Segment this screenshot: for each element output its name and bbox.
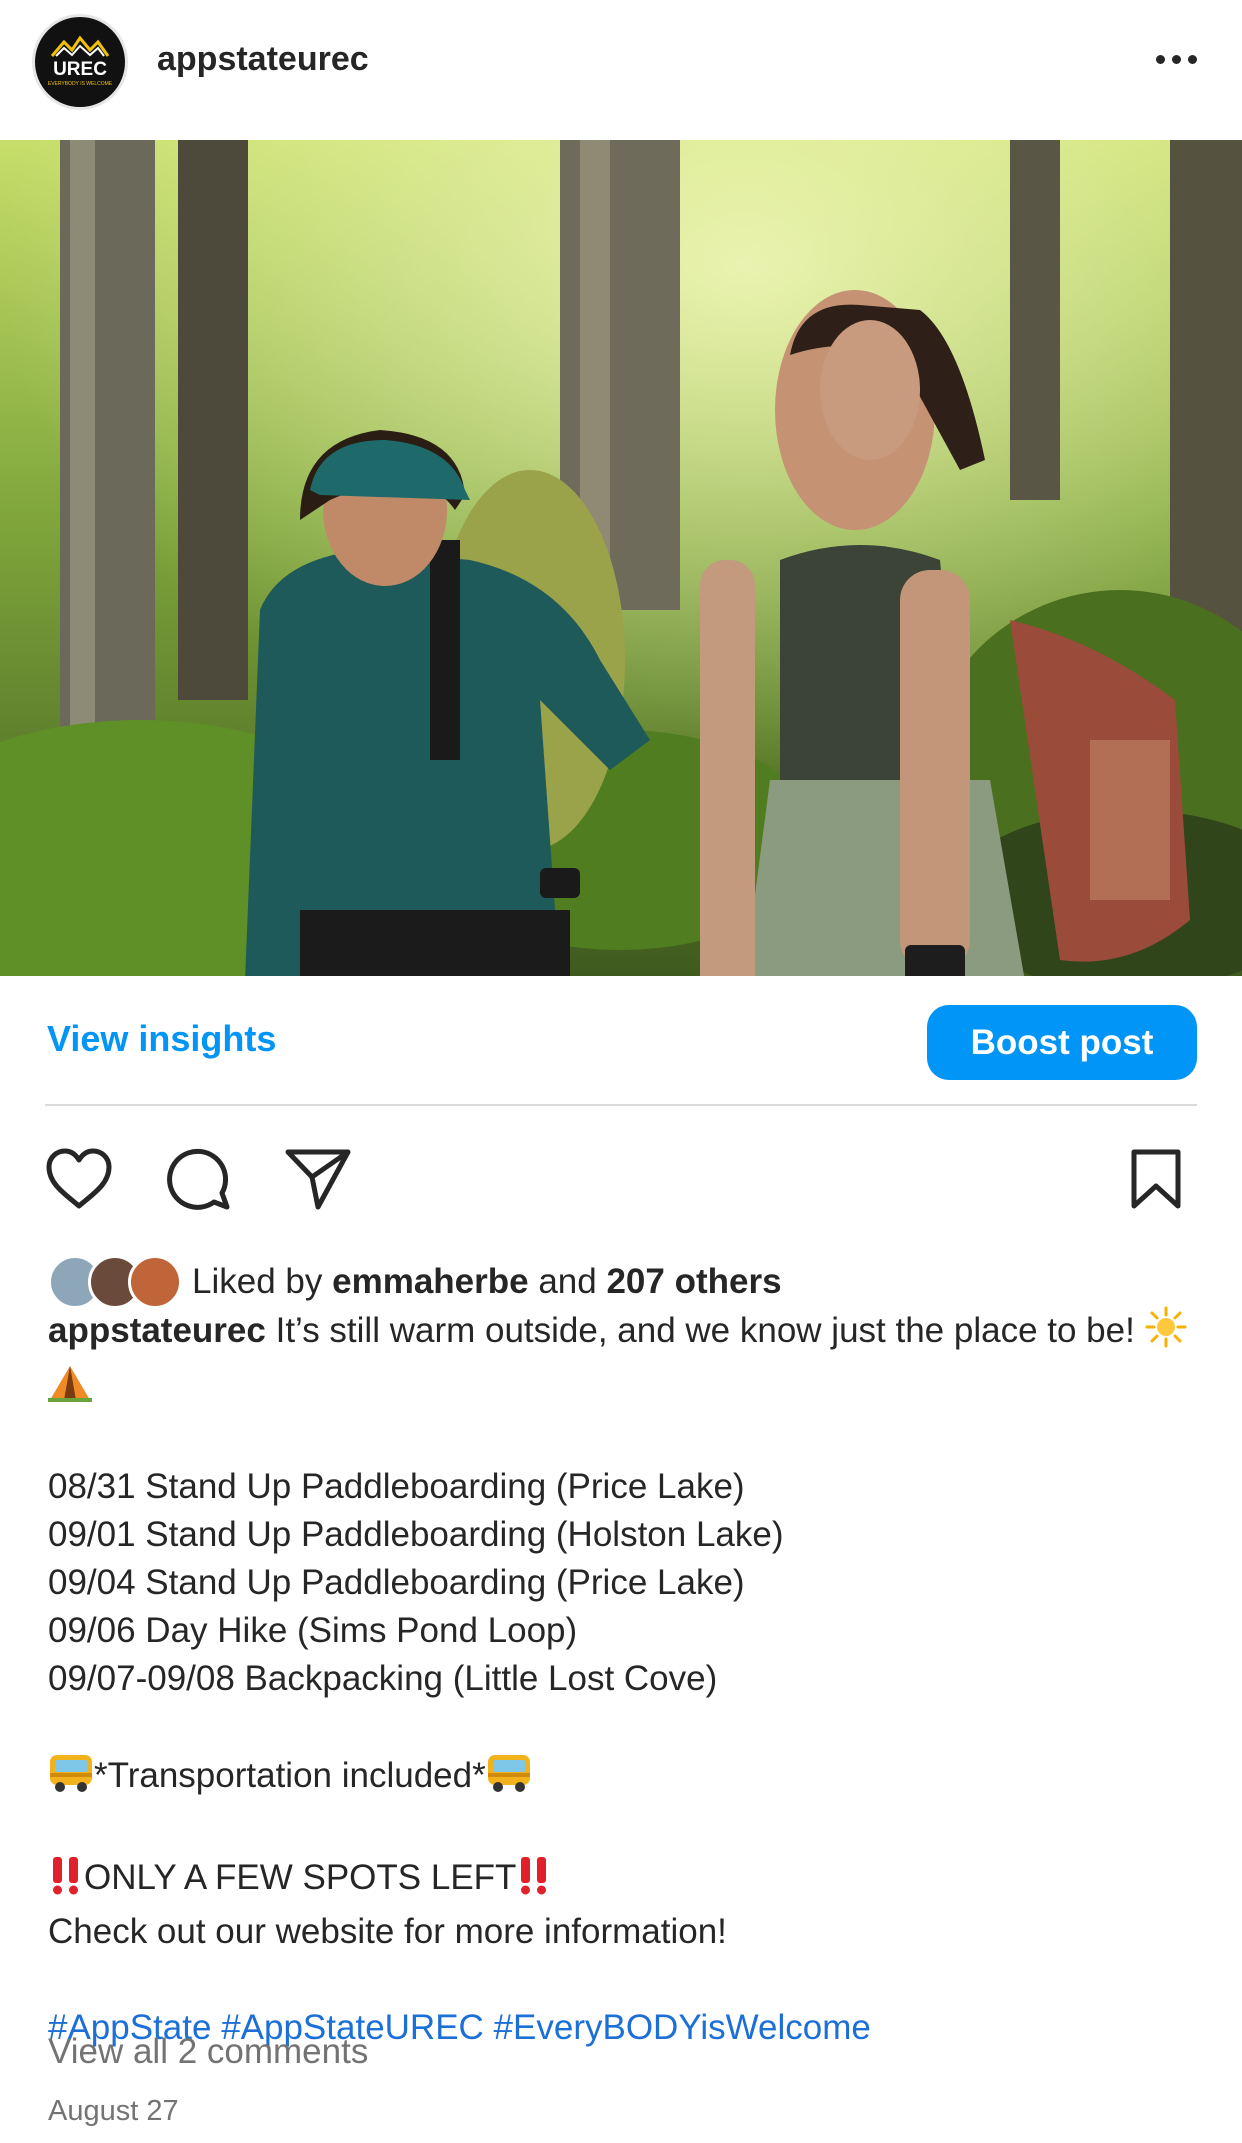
liker-username[interactable]: emmaherbe: [332, 1262, 528, 1301]
profile-avatar[interactable]: UREC EVERYBODY IS WELCOME: [32, 14, 128, 110]
likes-summary[interactable]: Liked by emmaherbe and 207 others: [48, 1252, 782, 1312]
divider: [45, 1104, 1197, 1106]
view-insights-link[interactable]: View insights: [47, 1018, 276, 1060]
event-line: 08/31 Stand Up Paddleboarding (Price Lak…: [48, 1467, 745, 1506]
event-line: 09/01 Stand Up Paddleboarding (Holston L…: [48, 1515, 784, 1554]
transport-line: *Transportation included*: [48, 1751, 1198, 1806]
caption-intro: appstateurec It’s still warm outside, an…: [48, 1306, 1198, 1415]
caption-username[interactable]: appstateurec: [48, 1311, 266, 1350]
view-comments-link[interactable]: View all 2 comments: [48, 2032, 368, 2072]
likes-count[interactable]: 207 others: [606, 1262, 781, 1301]
post-username[interactable]: appstateurec: [157, 40, 369, 79]
double-exclamation-icon: [516, 1855, 552, 1908]
post-photo[interactable]: [0, 140, 1242, 976]
urec-logo-icon: UREC EVERYBODY IS WELCOME: [41, 23, 119, 101]
post-header: UREC EVERYBODY IS WELCOME appstateurec: [0, 0, 1242, 140]
bus-icon: [48, 1751, 94, 1806]
comment-icon[interactable]: [163, 1143, 235, 1215]
camping-tent-icon: [48, 1362, 92, 1415]
sun-icon: [1145, 1306, 1187, 1361]
double-exclamation-icon: [48, 1855, 84, 1908]
svg-text:UREC: UREC: [53, 59, 107, 80]
website-line: Check out our website for more informati…: [48, 1912, 727, 1951]
hikers-forest-photo: [0, 140, 1242, 976]
likes-text: Liked by emmaherbe and 207 others: [192, 1262, 782, 1301]
liker-avatars: [48, 1253, 184, 1311]
heart-icon[interactable]: [43, 1143, 115, 1215]
spots-line: ONLY A FEW SPOTS LEFT: [48, 1854, 1198, 1908]
post-caption: appstateurec It’s still warm outside, an…: [48, 1306, 1198, 2052]
avatar: [128, 1255, 182, 1309]
bus-icon: [486, 1751, 532, 1806]
more-options-icon[interactable]: [1146, 44, 1206, 74]
share-icon[interactable]: [282, 1143, 354, 1215]
boost-post-button[interactable]: Boost post: [927, 1005, 1197, 1080]
event-line: 09/06 Day Hike (Sims Pond Loop): [48, 1611, 578, 1650]
event-line: 09/04 Stand Up Paddleboarding (Price Lak…: [48, 1563, 745, 1602]
bookmark-icon[interactable]: [1120, 1143, 1192, 1215]
svg-text:EVERYBODY IS WELCOME: EVERYBODY IS WELCOME: [48, 81, 113, 87]
event-line: 09/07-09/08 Backpacking (Little Lost Cov…: [48, 1659, 718, 1698]
post-date: August 27: [48, 2095, 179, 2127]
